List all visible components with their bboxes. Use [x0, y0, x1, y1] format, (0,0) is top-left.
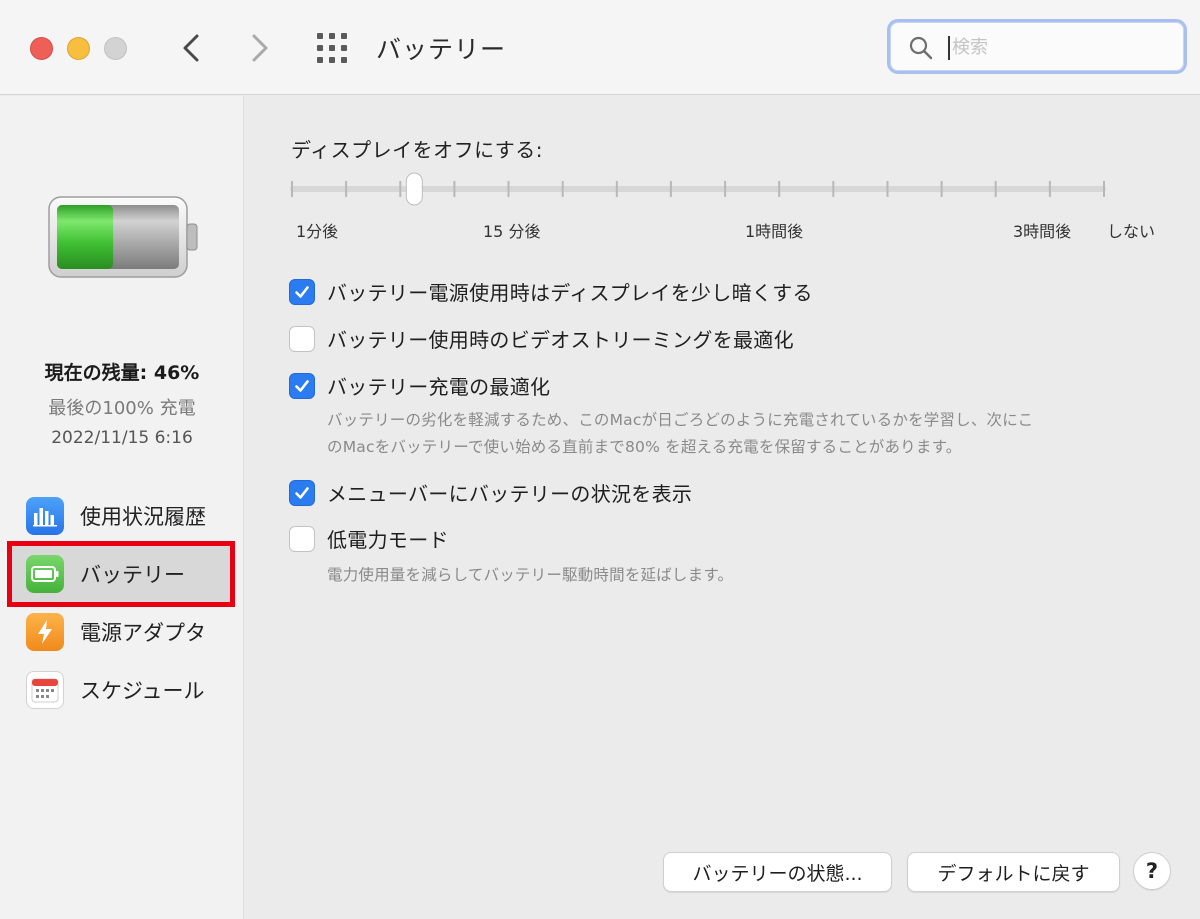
- optimize-video-checkbox[interactable]: [289, 325, 315, 352]
- battery-health-button[interactable]: バッテリーの状態...: [663, 852, 892, 892]
- display-sleep-slider[interactable]: [290, 172, 1106, 206]
- back-button[interactable]: [174, 28, 210, 68]
- main-panel: ディスプレイをオフにする: 1分後 15 分後 1時間後 3時間後 しない バッ…: [245, 96, 1200, 919]
- tick-label-15min: 15 分後: [483, 222, 541, 241]
- slider-tick: [832, 181, 835, 197]
- optimized-charging-label: バッテリー充電の最適化: [327, 375, 551, 399]
- tick-label-1hour: 1時間後: [745, 222, 804, 241]
- sidebar-item-label: 使用状況履歴: [80, 505, 206, 529]
- sidebar-item-schedule[interactable]: スケジュール: [12, 662, 230, 718]
- optimized-charging-description: バッテリーの劣化を軽減するため、このMacが日ごろどのように充電されているかを学…: [327, 407, 1033, 461]
- dim-display-label: バッテリー電源使用時はディスプレイを少し暗くする: [327, 281, 813, 305]
- menu-bar-status-label: メニューバーにバッテリーの状況を表示: [327, 482, 693, 506]
- sidebar-item-label: 電源アダプタ: [80, 621, 206, 645]
- description-line: バッテリーの劣化を軽減するため、このMacが日ごろどのように充電されているかを学…: [327, 411, 1034, 429]
- calendar-icon: [26, 671, 64, 709]
- slider-tick: [615, 181, 618, 197]
- bar-chart-icon: [26, 497, 64, 535]
- checkmark-icon: [295, 285, 309, 298]
- tick-label-1min: 1分後: [296, 222, 339, 241]
- slider-tick: [291, 181, 293, 197]
- battery-level-text: 現在の残量: 46%: [44, 362, 200, 384]
- slider-tick: [724, 181, 727, 197]
- sidebar-item-usage-history[interactable]: 使用状況履歴: [12, 488, 230, 544]
- close-button[interactable]: [30, 37, 53, 60]
- menu-bar-status-option[interactable]: メニューバーにバッテリーの状況を表示: [289, 478, 692, 507]
- search-input[interactable]: [952, 31, 1172, 63]
- battery-charge-fill: [57, 205, 114, 269]
- sidebar: 現在の残量: 46% 最後の100% 充電 2022/11/15 6:16 使用…: [0, 96, 244, 919]
- menu-bar-status-checkbox[interactable]: [289, 479, 315, 506]
- lightning-icon: [26, 613, 64, 651]
- show-all-button[interactable]: [314, 30, 350, 66]
- text-caret: [948, 36, 950, 60]
- tick-label-never: しない: [1107, 222, 1156, 241]
- last-full-charge-date: 2022/11/15 6:16: [51, 428, 193, 448]
- slider-tick: [1103, 181, 1105, 197]
- slider-tick: [994, 181, 997, 197]
- last-full-charge-label: 最後の100% 充電: [48, 398, 196, 419]
- sidebar-item-power-adapter[interactable]: 電源アダプタ: [12, 604, 230, 660]
- sidebar-item-battery[interactable]: バッテリー: [7, 541, 235, 607]
- battery-icon: [26, 555, 64, 593]
- slider-tick: [778, 181, 781, 197]
- low-power-mode-option[interactable]: 低電力モード: [289, 524, 449, 553]
- slider-tick: [940, 181, 943, 197]
- slider-tick: [453, 181, 456, 197]
- description-line: のMacをバッテリーで使い始める直前まで80% を超える充電を保留することがあり…: [327, 438, 962, 456]
- dim-display-checkbox[interactable]: [289, 278, 315, 305]
- sidebar-item-label: バッテリー: [80, 563, 185, 587]
- optimized-charging-checkbox[interactable]: [289, 372, 315, 399]
- minimize-button[interactable]: [67, 37, 90, 60]
- slider-tick: [669, 181, 672, 197]
- low-power-mode-checkbox[interactable]: [289, 525, 315, 552]
- chevron-right-icon: [252, 34, 268, 62]
- help-button[interactable]: ?: [1133, 852, 1171, 890]
- optimize-video-option[interactable]: バッテリー使用時のビデオストリーミングを最適化: [289, 324, 794, 353]
- search-icon: [909, 36, 933, 60]
- slider-tick: [345, 181, 348, 197]
- chevron-left-icon: [183, 34, 199, 62]
- checkmark-icon: [295, 486, 309, 499]
- slider-tick: [1048, 181, 1051, 197]
- checkmark-icon: [295, 379, 309, 392]
- description-line: 電力使用量を減らしてバッテリー駆動時間を延ばします。: [327, 566, 734, 584]
- slider-tick: [507, 181, 510, 197]
- slider-thumb[interactable]: [405, 172, 423, 206]
- low-power-mode-description: 電力使用量を減らしてバッテリー駆動時間を延ばします。: [327, 562, 733, 589]
- display-off-label: ディスプレイをオフにする:: [291, 138, 544, 162]
- title-bar: バッテリー: [0, 0, 1200, 95]
- tick-label-3hours: 3時間後: [1013, 222, 1072, 241]
- restore-defaults-button[interactable]: デフォルトに戻す: [907, 852, 1120, 892]
- search-field[interactable]: [887, 19, 1187, 74]
- battery-level-graphic: [48, 196, 198, 278]
- slider-tick: [561, 181, 564, 197]
- window-title: バッテリー: [376, 35, 507, 64]
- sidebar-item-label: スケジュール: [80, 679, 205, 703]
- forward-button[interactable]: [242, 28, 278, 68]
- slider-tick: [399, 181, 402, 197]
- optimize-video-label: バッテリー使用時のビデオストリーミングを最適化: [327, 328, 794, 352]
- optimized-charging-option[interactable]: バッテリー充電の最適化: [289, 371, 550, 400]
- slider-tick: [886, 181, 889, 197]
- low-power-mode-label: 低電力モード: [327, 528, 449, 552]
- dim-display-option[interactable]: バッテリー電源使用時はディスプレイを少し暗くする: [289, 277, 813, 306]
- grid-icon: [317, 33, 347, 63]
- zoom-button[interactable]: [104, 37, 127, 60]
